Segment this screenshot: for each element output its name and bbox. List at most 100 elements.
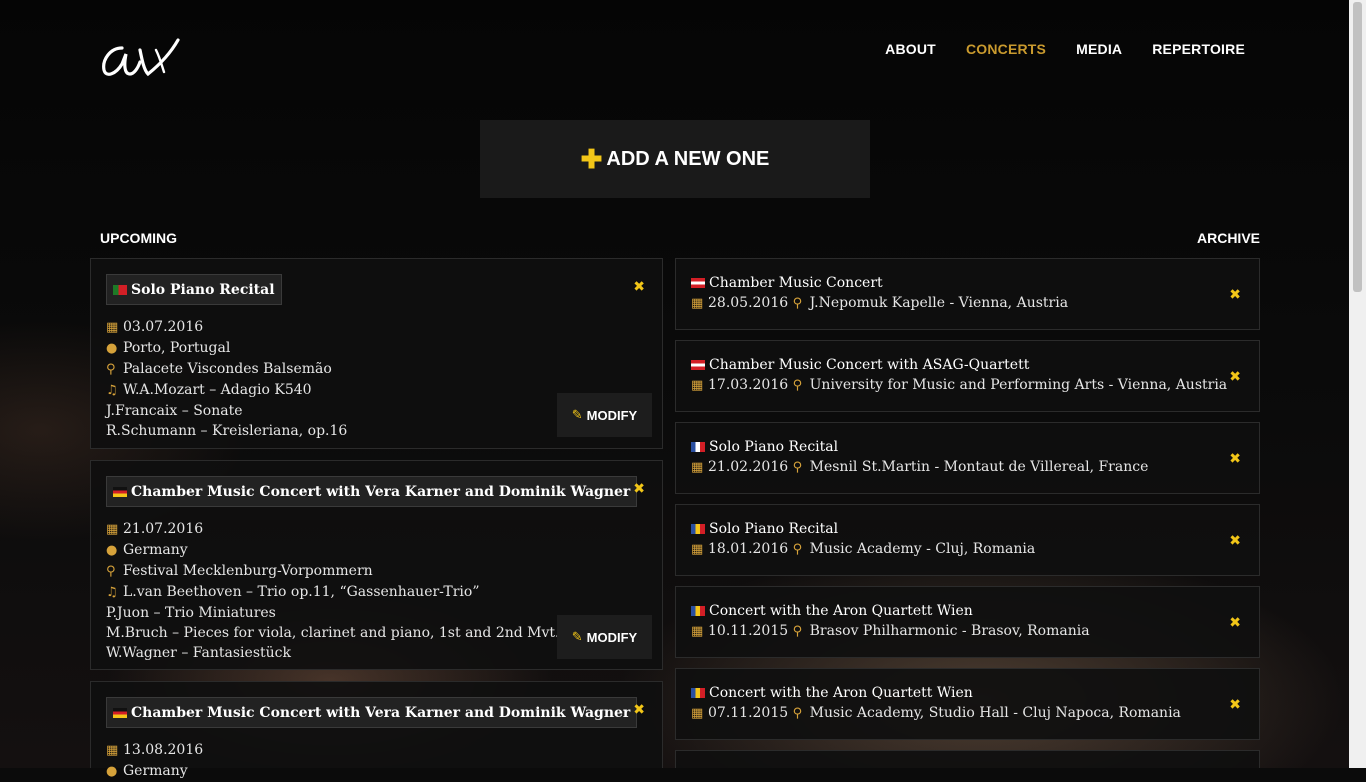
calendar-icon: ▦ bbox=[106, 320, 119, 335]
program-item: J.Francaix – Sonate bbox=[106, 403, 243, 419]
archive-title-row: Concert with the Aron Quartett Wien bbox=[691, 685, 973, 701]
scrollbar-thumb[interactable] bbox=[1353, 2, 1362, 292]
calendar-icon: ▦ bbox=[691, 542, 704, 557]
globe-icon: ● bbox=[106, 543, 118, 558]
program-item: M.Bruch – Pieces for viola, clarinet and… bbox=[106, 625, 560, 641]
program-item: P.Juon – Trio Miniatures bbox=[106, 605, 276, 621]
add-new-label: ADD A NEW ONE bbox=[606, 147, 770, 170]
concert-location: Porto, Portugal bbox=[123, 340, 231, 356]
calendar-icon: ▦ bbox=[106, 522, 119, 537]
delete-icon[interactable]: ✖ bbox=[1229, 697, 1241, 713]
location-row: ● Porto, Portugal bbox=[106, 338, 347, 359]
concert-place: University for Music and Performing Arts… bbox=[809, 377, 1228, 393]
archive-concert-card: Concert with the Aron Quartett Wien ▦ 10.… bbox=[675, 586, 1260, 658]
concert-title-box: Chamber Music Concert with Vera Karner a… bbox=[106, 697, 638, 728]
calendar-icon: ▦ bbox=[691, 706, 704, 721]
concert-title: Solo Piano Recital bbox=[709, 521, 839, 537]
program-row: ♫ W.A.Mozart – Adagio K540 bbox=[106, 380, 347, 401]
concert-place: Music Academy, Studio Hall - Cluj Napoca… bbox=[809, 705, 1181, 721]
concert-title: Chamber Music Concert with ASAG-Quartett bbox=[709, 357, 1030, 373]
nav-about[interactable]: ABOUT bbox=[885, 41, 936, 57]
archive-concert-card: Chamber Music Concert with ASAG-Quartett… bbox=[675, 340, 1260, 412]
map-marker-icon: ⚲ bbox=[792, 542, 803, 557]
modify-label: MODIFY bbox=[586, 629, 638, 645]
upcoming-concert-card: Solo Piano Recital ✖ ▦ 03.07.2016 ● Porto,… bbox=[90, 258, 663, 449]
germany-flag-icon bbox=[113, 486, 127, 497]
delete-icon[interactable]: ✖ bbox=[633, 481, 645, 497]
concert-title: Concert with the Aron Quartett Wien bbox=[709, 603, 973, 619]
archive-meta-row: ▦ 10.11.2015 ⚲ Brasov Philharmonic - Braso… bbox=[691, 623, 1090, 639]
archive-meta-row: ▦ 18.01.2016 ⚲ Music Academy - Cluj, Roman… bbox=[691, 541, 1035, 557]
map-marker-icon: ⚲ bbox=[792, 296, 803, 311]
france-flag-icon bbox=[691, 442, 705, 452]
logo[interactable] bbox=[100, 34, 184, 80]
calendar-icon: ▦ bbox=[691, 460, 704, 475]
modify-label: MODIFY bbox=[586, 407, 638, 423]
concert-date: 13.08.2016 bbox=[123, 742, 204, 758]
delete-icon[interactable]: ✖ bbox=[1229, 533, 1241, 549]
delete-icon[interactable]: ✖ bbox=[1229, 451, 1241, 467]
archive-concert-card: Concert with the Aron Quartett Wien ▦ 07.… bbox=[675, 668, 1260, 740]
nav-repertoire[interactable]: REPERTOIRE bbox=[1152, 41, 1245, 57]
archive-title-row: Solo Piano Recital bbox=[691, 439, 838, 455]
concert-title: Chamber Music Concert with Vera Karner a… bbox=[131, 704, 631, 721]
concert-details: ▦ 21.07.2016 ● Germany ⚲ Festival Mecklenbu… bbox=[106, 519, 560, 663]
date-row: ▦ 13.08.2016 bbox=[106, 740, 203, 761]
page: ABOUT CONCERTS MEDIA REPERTOIRE ✚ ADD A … bbox=[0, 0, 1366, 779]
archive-title-row: Concert with the Aron Quartett Wien bbox=[691, 603, 973, 619]
romania-flag-icon bbox=[691, 606, 705, 616]
pencil-icon: ✎ bbox=[571, 629, 583, 645]
delete-icon[interactable]: ✖ bbox=[1229, 615, 1241, 631]
add-new-button[interactable]: ✚ ADD A NEW ONE bbox=[480, 120, 870, 198]
delete-icon[interactable]: ✖ bbox=[633, 702, 645, 718]
map-marker-icon: ⚲ bbox=[792, 706, 803, 721]
concert-details: ▦ 03.07.2016 ● Porto, Portugal ⚲ Palacete V… bbox=[106, 317, 347, 441]
date-row: ▦ 21.07.2016 bbox=[106, 519, 560, 540]
delete-icon[interactable]: ✖ bbox=[1229, 369, 1241, 385]
romania-flag-icon bbox=[691, 688, 705, 698]
modify-button[interactable]: ✎ MODIFY bbox=[557, 615, 652, 659]
program-item: L.van Beethoven – Trio op.11, “Gassenhau… bbox=[123, 584, 480, 600]
map-marker-icon: ⚲ bbox=[106, 564, 116, 579]
concert-date: 18.01.2016 bbox=[708, 541, 789, 557]
concert-date: 07.11.2015 bbox=[708, 705, 789, 721]
archive-meta-row: ▦ 07.11.2015 ⚲ Music Academy, Studio Hall … bbox=[691, 705, 1181, 721]
archive-title-row: Solo Piano Recital bbox=[691, 521, 838, 537]
program-item: W.A.Mozart – Adagio K540 bbox=[123, 382, 312, 398]
concert-title-box: Chamber Music Concert with Vera Karner a… bbox=[106, 476, 638, 507]
concert-date: 10.11.2015 bbox=[708, 623, 789, 639]
germany-flag-icon bbox=[113, 707, 127, 718]
concert-title: Concert with the Aron Quartett Wien bbox=[709, 685, 973, 701]
nav-media[interactable]: MEDIA bbox=[1076, 41, 1122, 57]
archive-title-row: Chamber Music Concert with ASAG-Quartett bbox=[691, 357, 1029, 373]
austria-flag-icon bbox=[691, 278, 705, 288]
concert-details: ▦ 13.08.2016 ● Germany bbox=[106, 740, 203, 782]
program-row: ♫ L.van Beethoven – Trio op.11, “Gassenha… bbox=[106, 582, 560, 603]
delete-icon[interactable]: ✖ bbox=[1229, 287, 1241, 303]
upcoming-concert-card: Chamber Music Concert with Vera Karner a… bbox=[90, 681, 663, 779]
music-note-icon: ♫ bbox=[106, 383, 118, 398]
concert-title: Chamber Music Concert bbox=[709, 275, 883, 291]
concert-place: J.Nepomuk Kapelle - Vienna, Austria bbox=[809, 295, 1069, 311]
upcoming-heading: UPCOMING bbox=[100, 230, 177, 246]
archive-concert-card: Solo Piano Recital ▦ 21.02.2016 ⚲ Mesnil S… bbox=[675, 422, 1260, 494]
delete-icon[interactable]: ✖ bbox=[633, 279, 645, 295]
globe-icon: ● bbox=[106, 341, 118, 356]
concert-place: Music Academy - Cluj, Romania bbox=[809, 541, 1036, 557]
nav-concerts[interactable]: CONCERTS bbox=[966, 41, 1046, 57]
concert-location: Germany bbox=[123, 763, 188, 779]
concert-title-box: Solo Piano Recital bbox=[106, 274, 282, 305]
venue-row: ⚲ Palacete Viscondes Balsemão bbox=[106, 359, 347, 380]
calendar-icon: ▦ bbox=[691, 296, 704, 311]
concert-title: Chamber Music Concert with Vera Karner a… bbox=[131, 483, 631, 500]
austria-flag-icon bbox=[691, 360, 705, 370]
concert-date: 03.07.2016 bbox=[123, 319, 204, 335]
archive-concert-card bbox=[675, 750, 1260, 768]
map-marker-icon: ⚲ bbox=[106, 362, 116, 377]
concert-date: 17.03.2016 bbox=[708, 377, 789, 393]
page-scrollbar[interactable] bbox=[1349, 0, 1366, 768]
concert-venue: Palacete Viscondes Balsemão bbox=[123, 361, 332, 377]
modify-button[interactable]: ✎ MODIFY bbox=[557, 393, 652, 437]
calendar-icon: ▦ bbox=[106, 743, 119, 758]
location-row: ● Germany bbox=[106, 761, 203, 782]
